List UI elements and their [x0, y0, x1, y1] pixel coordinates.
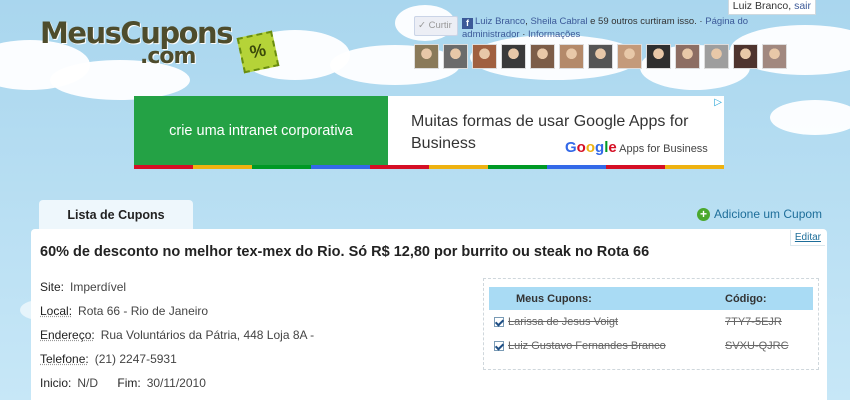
coupon-owner: Larissa de Jesus Voigt — [508, 316, 619, 328]
logout-link[interactable]: sair — [794, 0, 811, 12]
detail-phone: Telefone: (21) 2247-5931 — [40, 352, 177, 366]
detail-label: Local: — [40, 304, 73, 318]
google-letter: g — [595, 139, 605, 156]
detail-value: N/D — [77, 376, 99, 390]
add-coupon-label: Adicione um Cupom — [714, 207, 823, 221]
friend-avatar[interactable] — [762, 44, 787, 69]
my-coupons-box: Meus Cupons: Código: Larissa de Jesus Vo… — [483, 278, 819, 370]
likes-count-text: e 59 outros curtiram isso. · — [587, 16, 706, 27]
detail-label: Inicio: — [40, 376, 72, 390]
ad-stripe — [134, 165, 193, 169]
friend-avatar[interactable] — [443, 44, 468, 69]
row-checkbox-cell[interactable] — [489, 334, 508, 358]
friend-avatar[interactable] — [704, 44, 729, 69]
table-header-row: Meus Cupons: Código: — [489, 287, 813, 310]
detail-value: (21) 2247-5931 — [94, 352, 177, 366]
separator: · — [519, 29, 529, 40]
coupon-owner: Luiz Gustavo Fernandes Branco — [508, 340, 666, 352]
facebook-faces — [414, 44, 787, 69]
checkbox-checked[interactable] — [493, 341, 504, 352]
scissors-tag-icon: % — [236, 30, 280, 74]
edit-link[interactable]: Editar — [789, 230, 825, 246]
google-suffix: Apps for Business — [616, 143, 708, 155]
friend-avatar[interactable] — [588, 44, 613, 69]
ad-stripe — [311, 165, 370, 169]
user-session: Luiz Branco, sair — [727, 0, 816, 15]
facebook-like-text: f Luiz Branco, Sheila Cabral e 59 outros … — [462, 16, 752, 41]
ad-stripe — [252, 165, 311, 169]
detail-label: Telefone: — [40, 352, 89, 366]
facebook-icon: f — [462, 18, 473, 29]
detail-label: Endereço: — [40, 328, 95, 342]
my-coupons-table: Meus Cupons: Código: Larissa de Jesus Vo… — [489, 287, 813, 358]
ad-left-panel: crie uma intranet corporativa — [134, 96, 388, 165]
info-link[interactable]: Informações — [528, 29, 580, 40]
ad-banner[interactable]: crie uma intranet corporativa Muitas for… — [134, 96, 724, 169]
friend-avatar[interactable] — [617, 44, 642, 69]
ad-stripe — [429, 165, 488, 169]
friend-avatar[interactable] — [501, 44, 526, 69]
friend-avatar[interactable] — [472, 44, 497, 69]
thumbs-up-icon: ✓ — [418, 20, 429, 31]
tab-coupon-list[interactable]: Lista de Cupons — [39, 200, 193, 230]
google-letter: G — [565, 139, 577, 156]
friend-avatar[interactable] — [414, 44, 439, 69]
coupon-title: 60% de desconto no melhor tex-mex do Rio… — [40, 244, 650, 260]
ad-stripe — [547, 165, 606, 169]
ad-color-stripes — [134, 165, 724, 169]
friend-avatar[interactable] — [675, 44, 700, 69]
detail-label: Site: — [40, 280, 65, 294]
detail-dates: Inicio: N/D Fim: 30/11/2010 — [40, 376, 206, 390]
plus-icon: + — [697, 207, 710, 221]
ad-stripe — [606, 165, 665, 169]
coupon-panel: Editar 60% de desconto no melhor tex-mex… — [31, 229, 827, 400]
detail-value: 30/11/2010 — [146, 376, 206, 390]
friend-avatar[interactable] — [646, 44, 671, 69]
detail-address: Endereço: Rua Voluntários da Pátria, 448 … — [40, 328, 314, 342]
checkbox-checked[interactable] — [493, 317, 504, 328]
table-row: Luiz Gustavo Fernandes Branco SVXU-QJRC — [489, 334, 813, 358]
like-label: Curtir — [428, 20, 452, 31]
coupon-code: 7TY7-5EJR — [725, 316, 782, 328]
coupon-code: SVXU-QJRC — [725, 340, 789, 352]
detail-site: Site: Imperdível — [40, 280, 126, 294]
user-name: Luiz Branco, — [732, 0, 792, 12]
ad-stripe — [193, 165, 252, 169]
friend-link[interactable]: Sheila Cabral — [530, 16, 587, 27]
ad-stripe — [488, 165, 547, 169]
ad-stripe — [665, 165, 724, 169]
google-letter: e — [608, 139, 617, 156]
friend-link[interactable]: Luiz Branco — [475, 16, 525, 27]
detail-label: Fim: — [117, 376, 141, 390]
ad-google-logo: Google Apps for Business — [565, 139, 708, 156]
adchoices-icon[interactable]: ▷ — [714, 97, 722, 108]
friend-avatar[interactable] — [530, 44, 555, 69]
logo-wordmark: MeusCupons — [40, 16, 233, 50]
friend-avatar[interactable] — [559, 44, 584, 69]
add-coupon-link[interactable]: + Adicione um Cupom — [697, 207, 822, 221]
facebook-like-button[interactable]: ✓ Curtir — [414, 16, 458, 36]
google-letter: o — [585, 139, 596, 156]
detail-value: Rota 66 - Rio de Janeiro — [78, 304, 209, 318]
detail-value: Rua Voluntários da Pátria, 448 Loja 8A - — [100, 328, 315, 342]
cloud — [770, 100, 850, 135]
detail-local: Local: Rota 66 - Rio de Janeiro — [40, 304, 208, 318]
friend-avatar[interactable] — [733, 44, 758, 69]
google-letter: o — [576, 139, 586, 156]
column-header-code: Código: — [725, 287, 813, 310]
row-checkbox-cell[interactable] — [489, 310, 508, 334]
column-header-name: Meus Cupons: — [489, 287, 725, 310]
ad-stripe — [370, 165, 429, 169]
table-row: Larissa de Jesus Voigt 7TY7-5EJR — [489, 310, 813, 334]
logo-dotcom: .com — [140, 44, 196, 69]
detail-value: Imperdível — [70, 280, 127, 294]
